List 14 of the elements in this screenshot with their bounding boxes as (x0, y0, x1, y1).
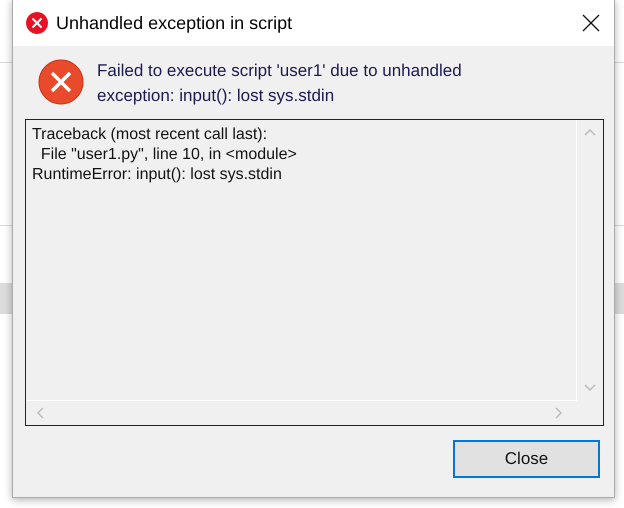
traceback-line: Traceback (most recent call last): (32, 125, 268, 145)
chevron-down-icon[interactable] (584, 384, 596, 392)
close-icon[interactable] (582, 14, 600, 32)
traceback-text-area[interactable]: Traceback (most recent call last): File "user1.py", line 10, in <module> RuntimeError: input(): lost sys.stdin (25, 119, 604, 426)
window-title: Unhandled exception in script (56, 12, 294, 34)
chevron-left-icon[interactable] (36, 407, 44, 419)
error-message: Failed to execute script 'user1' due to unhandled exception: input(): lost sys.stdin (97, 60, 463, 107)
traceback-line: RuntimeError: input(): lost sys.stdin (32, 165, 283, 185)
error-icon (26, 12, 48, 34)
error-icon (38, 59, 84, 105)
traceback-line: File "user1.py", line 10, in <module> (40, 145, 298, 165)
chevron-right-icon[interactable] (555, 407, 563, 419)
chevron-up-icon[interactable] (584, 128, 596, 136)
close-button[interactable]: Close (453, 440, 600, 478)
